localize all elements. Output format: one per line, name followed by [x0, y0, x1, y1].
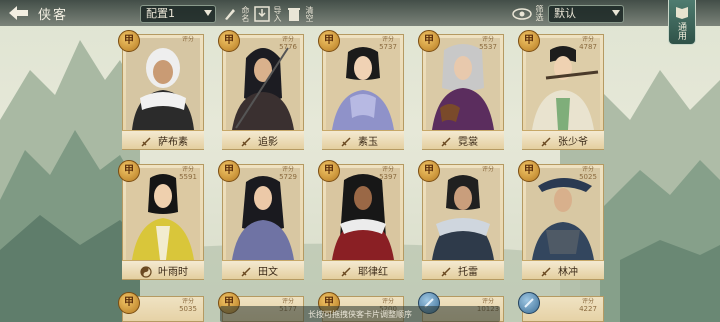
top-bar: 侠客 配置1 命名 导入 清空 筛选 默认: [0, 0, 720, 26]
score-box: 评分 5737: [379, 36, 397, 51]
hero-portrait: [326, 168, 400, 260]
brush-icon: [222, 6, 238, 22]
filter-button[interactable]: 筛选: [512, 5, 544, 23]
hero-name: 萨布素: [158, 137, 188, 148]
score-box: 评分 5776: [279, 36, 297, 51]
hero-name: 林冲: [558, 267, 578, 278]
grade-badge: 甲: [418, 160, 440, 182]
hero-name: 耶律红: [358, 267, 388, 278]
preset-dropdown[interactable]: 配置1: [140, 5, 216, 23]
page-title: 侠客: [38, 8, 69, 23]
weapon-icon: [140, 133, 152, 147]
back-arrow-icon[interactable]: [6, 4, 30, 22]
trash-icon: [286, 6, 302, 22]
weapon-icon: [340, 133, 352, 147]
chevron-down-icon: [612, 10, 620, 16]
weapon-icon: [440, 133, 452, 147]
score-box: 评分 5397: [379, 166, 397, 181]
grade-badge: 甲: [318, 30, 340, 52]
rename-label: 命名: [241, 6, 250, 22]
weapon-icon: [540, 133, 552, 147]
hero-card[interactable]: 甲 评分 4787 张少爷: [518, 30, 604, 150]
score-box: 评分 5591: [179, 166, 197, 181]
hero-card[interactable]: 甲 评分 5397 耶律红: [318, 160, 404, 280]
rename-button[interactable]: 命名: [222, 5, 250, 23]
hero-portrait: [126, 38, 200, 130]
hero-portrait: [426, 38, 500, 130]
hero-card[interactable]: 甲 评分 托雷: [418, 160, 504, 280]
hero-name: 托雷: [458, 267, 478, 278]
download-icon: [254, 6, 270, 22]
score-box: 评分 5729: [279, 166, 297, 181]
hero-name: 叶雨时: [158, 267, 188, 278]
hero-portrait: [526, 38, 600, 130]
hero-portrait: [326, 38, 400, 130]
hero-card[interactable]: 甲 评分 5776 追影: [218, 30, 304, 150]
hero-name: 素玉: [358, 137, 378, 148]
score-box: 评分: [181, 36, 194, 43]
hero-name: 追影: [258, 137, 278, 148]
hero-portrait: [226, 168, 300, 260]
hero-card[interactable]: 甲 评分 5737 素玉: [318, 30, 404, 150]
hero-name: 霓裳: [458, 137, 478, 148]
grade-badge: 甲: [518, 160, 540, 182]
weapon-icon: [540, 263, 552, 277]
hero-name: 田文: [258, 267, 278, 278]
preset-value: 配置1: [146, 7, 175, 20]
grade-badge: 甲: [418, 30, 440, 52]
hero-card[interactable]: 甲 评分 5537 霓裳: [418, 30, 504, 150]
grade-badge: 甲: [118, 160, 140, 182]
import-button[interactable]: 导入: [254, 5, 282, 23]
sort-value: 默认: [554, 7, 576, 20]
clear-label: 清空: [305, 6, 314, 22]
grade-badge: 甲: [318, 160, 340, 182]
weapon-icon: [240, 263, 252, 277]
chevron-down-icon: [204, 10, 212, 16]
use-button[interactable]: 通用: [668, 0, 696, 45]
import-label: 导入: [273, 6, 282, 22]
hero-portrait: [426, 168, 500, 260]
weapon-icon: [340, 263, 352, 277]
hero-card[interactable]: 甲 评分 萨布素: [118, 30, 204, 150]
hero-portrait: [226, 38, 300, 130]
clear-button[interactable]: 清空: [286, 5, 314, 23]
hero-card[interactable]: 甲 评分 5729 田文: [218, 160, 304, 280]
grade-badge: 甲: [518, 30, 540, 52]
drag-hint: 长按可拖拽侠客卡片调整顺序: [308, 310, 412, 319]
filter-label: 筛选: [535, 5, 544, 21]
grade-badge: 甲: [118, 30, 140, 52]
hero-portrait: [526, 168, 600, 260]
hero-card[interactable]: 甲 评分 5591 叶雨时: [118, 160, 204, 280]
weapon-icon: [440, 263, 452, 277]
sort-dropdown[interactable]: 默认: [548, 5, 624, 23]
grade-badge: 甲: [218, 160, 240, 182]
taiji-icon: [140, 263, 152, 278]
use-label: 通用: [676, 22, 686, 40]
eye-icon: [512, 8, 532, 20]
weapon-icon: [240, 133, 252, 147]
hero-name: 张少爷: [558, 137, 588, 148]
hero-card[interactable]: 甲 评分 5025 林冲: [518, 160, 604, 280]
score-box: 评分: [481, 166, 494, 173]
score-box: 评分 4787: [579, 36, 597, 51]
hero-portrait: [126, 168, 200, 260]
score-box: 评分 5537: [479, 36, 497, 51]
book-icon: [676, 7, 688, 19]
grade-badge: 甲: [218, 30, 240, 52]
score-box: 评分 5025: [579, 166, 597, 181]
